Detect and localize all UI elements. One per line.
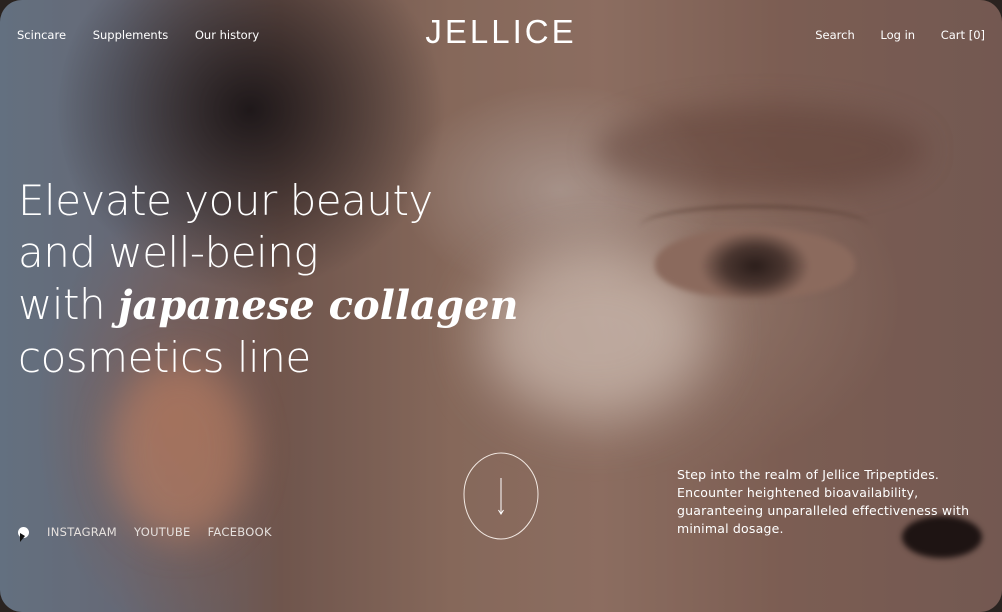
intro-paragraph: Step into the realm of Jellice Tripeptid… (677, 467, 970, 536)
hero-line-1: Elevate your beauty (18, 176, 433, 225)
hero-heading: Elevate your beauty and well-being with … (18, 175, 519, 384)
hero-section: Scincare Supplements Our history JELLICE… (0, 0, 1002, 612)
search-link[interactable]: Search (815, 28, 855, 42)
facebook-link[interactable]: FACEBOOK (208, 525, 272, 539)
arrow-down-icon (463, 452, 539, 540)
hero-emphasis: japanese collagen (117, 282, 519, 329)
scroll-down-button[interactable] (463, 452, 539, 540)
login-link[interactable]: Log in (880, 28, 915, 42)
instagram-link[interactable]: INSTAGRAM (47, 525, 117, 539)
hero-line-4: cosmetics line (18, 333, 311, 382)
background-photo-eye (655, 228, 855, 298)
utility-nav: Search Log in Cart [0] (793, 28, 985, 42)
background-photo-ear (110, 360, 250, 540)
cart-link[interactable]: Cart [0] (941, 28, 985, 42)
cursor-dot-icon (18, 526, 29, 542)
social-links: INSTAGRAM YOUTUBE FACEBOOK (18, 525, 289, 542)
hero-line-2: and well-being (18, 228, 319, 277)
hero-line-3: with japanese collagen (18, 279, 519, 332)
pointer-cursor-icon (20, 532, 25, 542)
background-photo-brow (595, 105, 925, 195)
hero-line-3-prefix: with (18, 280, 118, 329)
youtube-link[interactable]: YOUTUBE (134, 525, 191, 539)
